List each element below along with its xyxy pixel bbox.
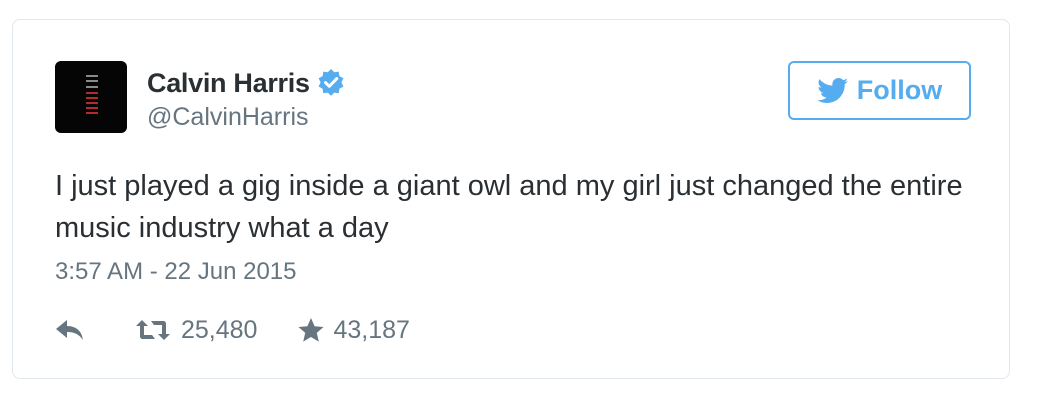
avatar[interactable] bbox=[55, 61, 127, 133]
follow-button[interactable]: Follow bbox=[788, 61, 971, 120]
verified-badge-icon bbox=[316, 68, 346, 98]
author-handle[interactable]: @CalvinHarris bbox=[147, 103, 346, 132]
tweet-text: I just played a gig inside a giant owl a… bbox=[55, 170, 963, 244]
tweet-card: Calvin Harris @CalvinHarris Follow I jus… bbox=[12, 19, 1010, 379]
star-icon bbox=[297, 317, 325, 343]
retweet-icon bbox=[135, 318, 171, 342]
reply-button[interactable] bbox=[55, 319, 87, 341]
twitter-bird-icon bbox=[817, 77, 849, 104]
favorite-count: 43,187 bbox=[333, 315, 410, 344]
favorite-button[interactable]: 43,187 bbox=[297, 315, 410, 345]
retweet-count: 25,480 bbox=[181, 315, 258, 344]
reply-icon bbox=[55, 319, 85, 341]
author-name-row: Calvin Harris bbox=[147, 65, 346, 101]
author-block: Calvin Harris @CalvinHarris bbox=[147, 65, 346, 132]
follow-label: Follow bbox=[856, 75, 943, 105]
tweet-timestamp[interactable]: 3:57 AM - 22 Jun 2015 bbox=[55, 258, 297, 286]
tweet-actions: 25,480 43,187 bbox=[55, 312, 410, 348]
author-display-name[interactable]: Calvin Harris bbox=[147, 68, 310, 99]
retweet-button[interactable]: 25,480 bbox=[135, 316, 257, 345]
